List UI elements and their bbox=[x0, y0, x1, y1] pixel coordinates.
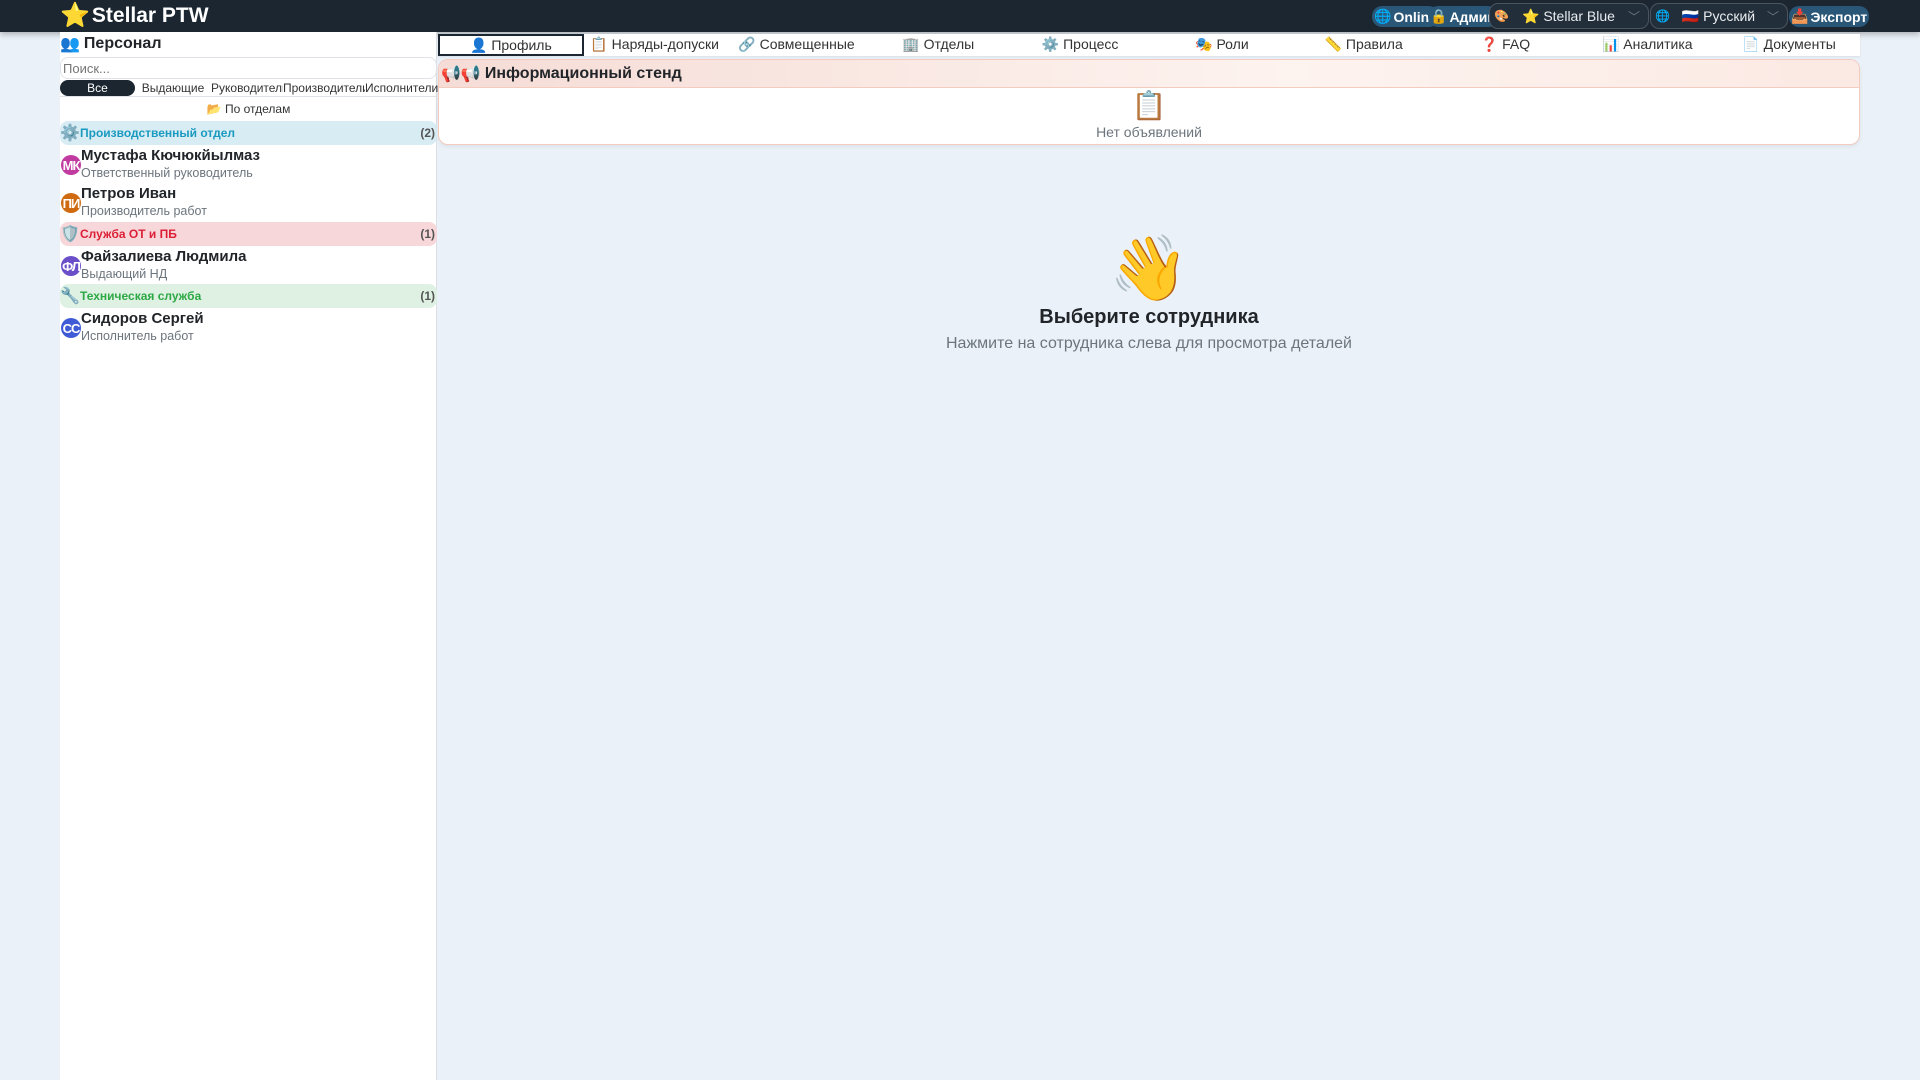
department-header[interactable]: 🔧 Техническая служба (1) bbox=[60, 284, 437, 308]
avatar: ФЛ bbox=[61, 256, 81, 276]
tab-profile[interactable]: 👤 Профиль bbox=[438, 34, 584, 56]
info-board-title: Информационный стенд bbox=[484, 64, 682, 82]
globe-icon: 🌐 bbox=[1374, 8, 1392, 24]
lock-icon: 🔒 bbox=[1430, 8, 1448, 24]
department-name: Производственный отдел bbox=[80, 126, 236, 140]
placeholder-subtitle: Нажмите на сотрудника слева для просмотр… bbox=[946, 335, 1352, 352]
group-by-label: По отделам bbox=[224, 102, 291, 116]
chevron-down-icon: ﹀ bbox=[1766, 9, 1779, 24]
tab-departments[interactable]: 🏢 Отделы bbox=[867, 34, 1009, 56]
employee-item[interactable]: ПИ Петров Иван Производитель работ bbox=[60, 183, 437, 221]
gear-icon: ⚙️ bbox=[60, 125, 80, 142]
sidebar-title: 👥 Персонал bbox=[60, 34, 162, 54]
group-by-departments-toggle[interactable]: 📂 По отделам bbox=[60, 102, 437, 116]
filter-all[interactable]: Все bbox=[60, 80, 135, 96]
globe-icon: 🌐 bbox=[1655, 9, 1670, 23]
info-board: 📢📢 Информационный стенд 📋 Нет объявлений bbox=[438, 59, 1860, 145]
app-logo[interactable]: ⭐ Stellar PTW bbox=[60, 1, 209, 30]
employee-role: Исполнитель работ bbox=[81, 329, 194, 343]
search-input[interactable] bbox=[60, 57, 437, 79]
shield-icon: 🛡️ bbox=[60, 226, 80, 243]
employee-name: Файзалиева Людмила bbox=[81, 248, 247, 265]
employee-name: Петров Иван bbox=[81, 185, 177, 202]
personnel-sidebar: 👥Персонал Все Выдающие Руководители Прои… bbox=[60, 32, 438, 1080]
empty-text: Нет объявлений bbox=[1096, 124, 1202, 140]
theme-value: ⭐ Stellar Blue bbox=[1522, 7, 1615, 24]
department-header[interactable]: 🛡️ Служба ОТ и ПБ (1) bbox=[60, 222, 437, 246]
clipboard-icon: 📋 bbox=[1131, 90, 1167, 121]
employee-name: Мустафа Кючюкйылмаз bbox=[81, 147, 260, 164]
avatar: МК bbox=[61, 155, 81, 175]
info-board-header: 📢📢 Информационный стенд bbox=[439, 60, 1859, 88]
app-title: Stellar PTW bbox=[91, 3, 209, 27]
tab-analytics[interactable]: 📊 Аналитика bbox=[1576, 34, 1718, 56]
filter-issuers[interactable]: Выдающие bbox=[135, 81, 211, 95]
download-icon: 📥 bbox=[1791, 8, 1809, 24]
sidebar-title-text: Персонал bbox=[83, 35, 162, 52]
employee-role: Выдающий НД bbox=[81, 267, 168, 281]
employee-placeholder: 👋 Выберите сотрудника Нажмите на сотрудн… bbox=[438, 228, 1860, 353]
wrench-icon: 🔧 bbox=[60, 288, 80, 305]
employee-role: Ответственный руководитель bbox=[81, 166, 253, 180]
tab-rules[interactable]: 📏 Правила bbox=[1293, 34, 1435, 56]
employee-role: Производитель работ bbox=[81, 204, 207, 218]
role-filters: Все Выдающие Руководители Производители … bbox=[60, 80, 438, 97]
department-count: (2) bbox=[420, 126, 435, 140]
department-name: Техническая служба bbox=[80, 289, 202, 303]
waving-hand-icon: 👋 bbox=[1109, 232, 1189, 304]
filter-producers[interactable]: Производители bbox=[283, 81, 365, 95]
department-count: (1) bbox=[420, 227, 435, 241]
filter-managers[interactable]: Руководители bbox=[211, 81, 283, 95]
export-label: Экспорт bbox=[1810, 8, 1868, 25]
employee-item[interactable]: ФЛ Файзалиева Людмила Выдающий НД bbox=[60, 246, 437, 284]
star-icon: ⭐ bbox=[60, 2, 90, 29]
tab-combined[interactable]: 🔗 Совмещенные bbox=[726, 34, 868, 56]
tab-faq[interactable]: ❓ FAQ bbox=[1435, 34, 1577, 56]
export-button[interactable]: 📥 Экспорт bbox=[1789, 6, 1870, 27]
top-bar: ⭐ Stellar PTW 🌐 Online 🔒 Админ 🎨 ⭐ Stellar B… bbox=[0, 0, 1920, 32]
placeholder-title: Выберите сотрудника bbox=[1039, 306, 1259, 328]
avatar: СС bbox=[61, 318, 81, 338]
filter-executors[interactable]: Исполнители bbox=[365, 81, 438, 95]
language-select[interactable]: 🌐 🇷🇺 Русский ﹀ bbox=[1650, 3, 1788, 29]
folder-icon: 📂 bbox=[206, 102, 222, 116]
language-value: 🇷🇺 Русский bbox=[1681, 7, 1756, 24]
employee-name: Сидоров Сергей bbox=[81, 310, 204, 327]
people-icon: 👥 bbox=[60, 36, 80, 53]
department-name: Служба ОТ и ПБ bbox=[80, 227, 177, 241]
theme-select[interactable]: 🎨 ⭐ Stellar Blue ﹀ bbox=[1489, 3, 1649, 29]
main-tabs: 👤 Профиль 📋 Наряды-допуски 🔗 Совмещенные… bbox=[438, 34, 1860, 56]
tab-permits[interactable]: 📋 Наряды-допуски bbox=[584, 34, 726, 56]
avatar: ПИ bbox=[61, 193, 81, 213]
palette-icon: 🎨 bbox=[1494, 9, 1509, 23]
chevron-down-icon: ﹀ bbox=[1627, 9, 1640, 24]
employee-item[interactable]: МК Мустафа Кючюкйылмаз Ответственный руков… bbox=[60, 145, 437, 183]
info-board-empty: 📋 Нет объявлений bbox=[439, 90, 1859, 140]
department-count: (1) bbox=[420, 289, 435, 303]
admin-button[interactable]: 🔒 Админ bbox=[1428, 6, 1498, 27]
department-header[interactable]: ⚙️ Производственный отдел (2) bbox=[60, 121, 437, 145]
tab-roles[interactable]: 🎭 Роли bbox=[1151, 34, 1293, 56]
tab-documents[interactable]: 📄 Документы bbox=[1718, 34, 1860, 56]
tab-process[interactable]: ⚙️ Процесс bbox=[1009, 34, 1151, 56]
employee-item[interactable]: СС Сидоров Сергей Исполнитель работ bbox=[60, 308, 437, 346]
megaphone-icon: 📢📢 bbox=[441, 65, 481, 83]
